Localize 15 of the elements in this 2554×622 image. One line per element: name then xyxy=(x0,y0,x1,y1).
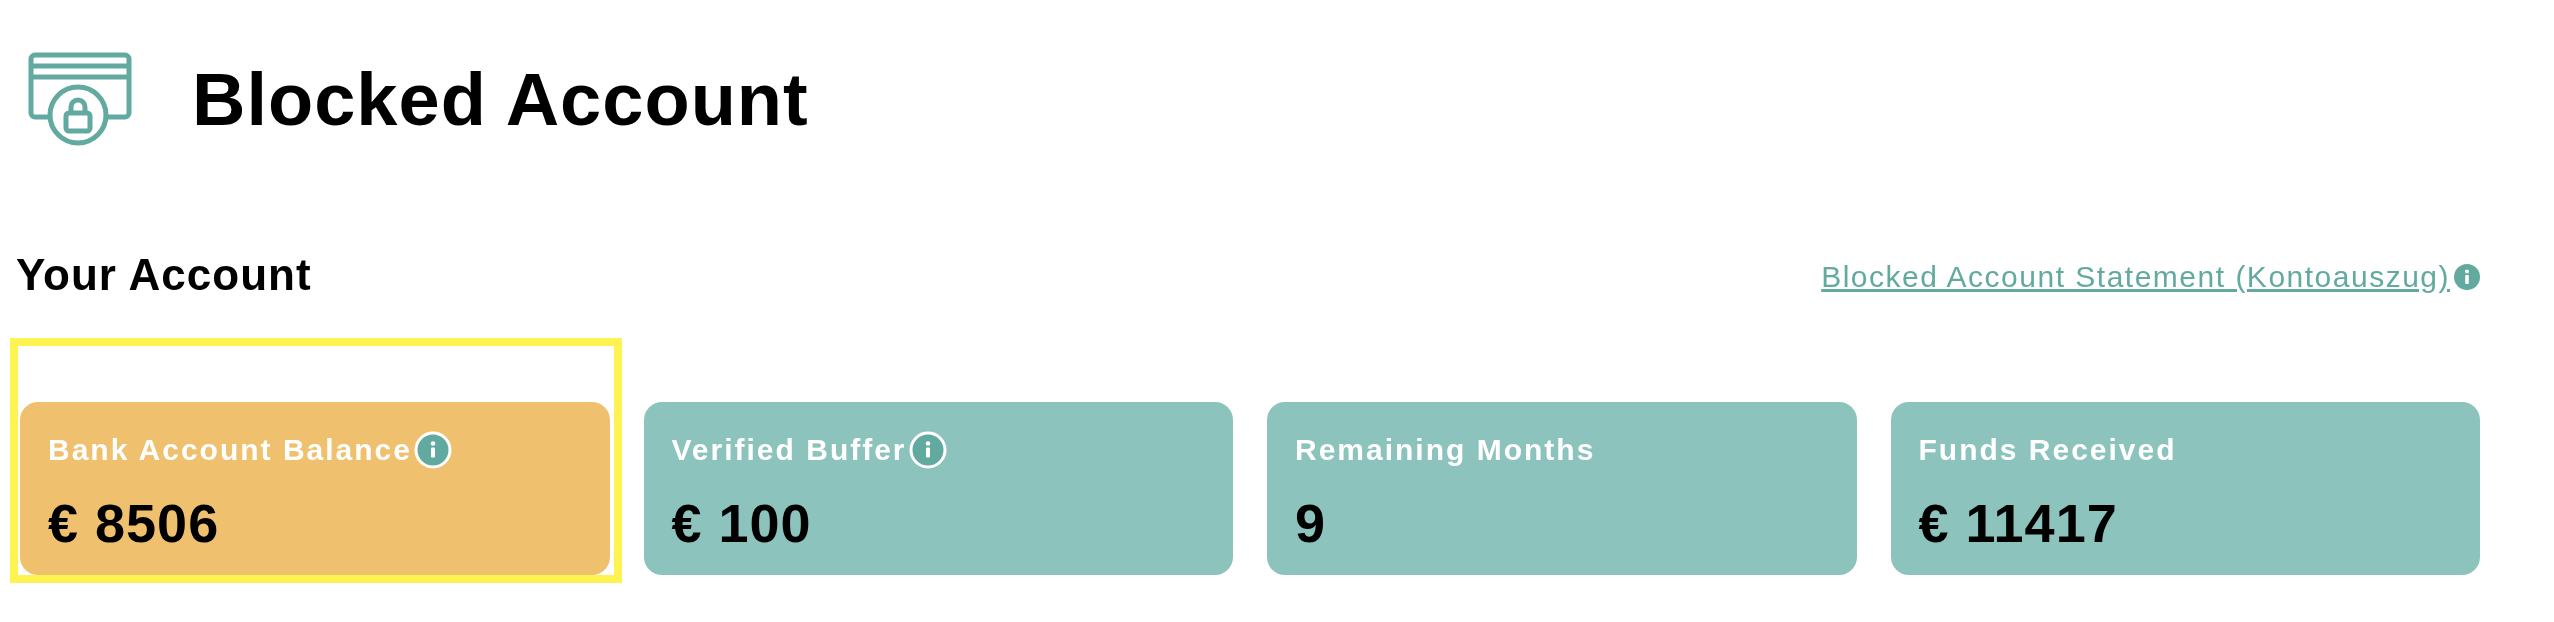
card-value: € 100 xyxy=(671,492,813,554)
info-icon[interactable] xyxy=(2454,264,2480,290)
info-icon[interactable] xyxy=(414,431,452,469)
card-label: Remaining Months xyxy=(1295,433,1596,467)
card-value: € 8506 xyxy=(48,492,221,554)
card-value: 9 xyxy=(1295,492,1328,554)
statement-link[interactable]: Blocked Account Statement (Kontoauszug) xyxy=(1821,260,2450,294)
card-label: Funds Received xyxy=(1918,433,2177,467)
info-icon[interactable] xyxy=(908,431,947,469)
card-label: Verified Buffer xyxy=(671,433,907,467)
section-title: Your Account xyxy=(16,250,312,300)
page-title: Blocked Account xyxy=(192,56,809,142)
card-label: Bank Account Balance xyxy=(48,433,412,467)
card-value: € 11417 xyxy=(1918,492,2119,554)
locked-card-icon xyxy=(28,52,132,146)
